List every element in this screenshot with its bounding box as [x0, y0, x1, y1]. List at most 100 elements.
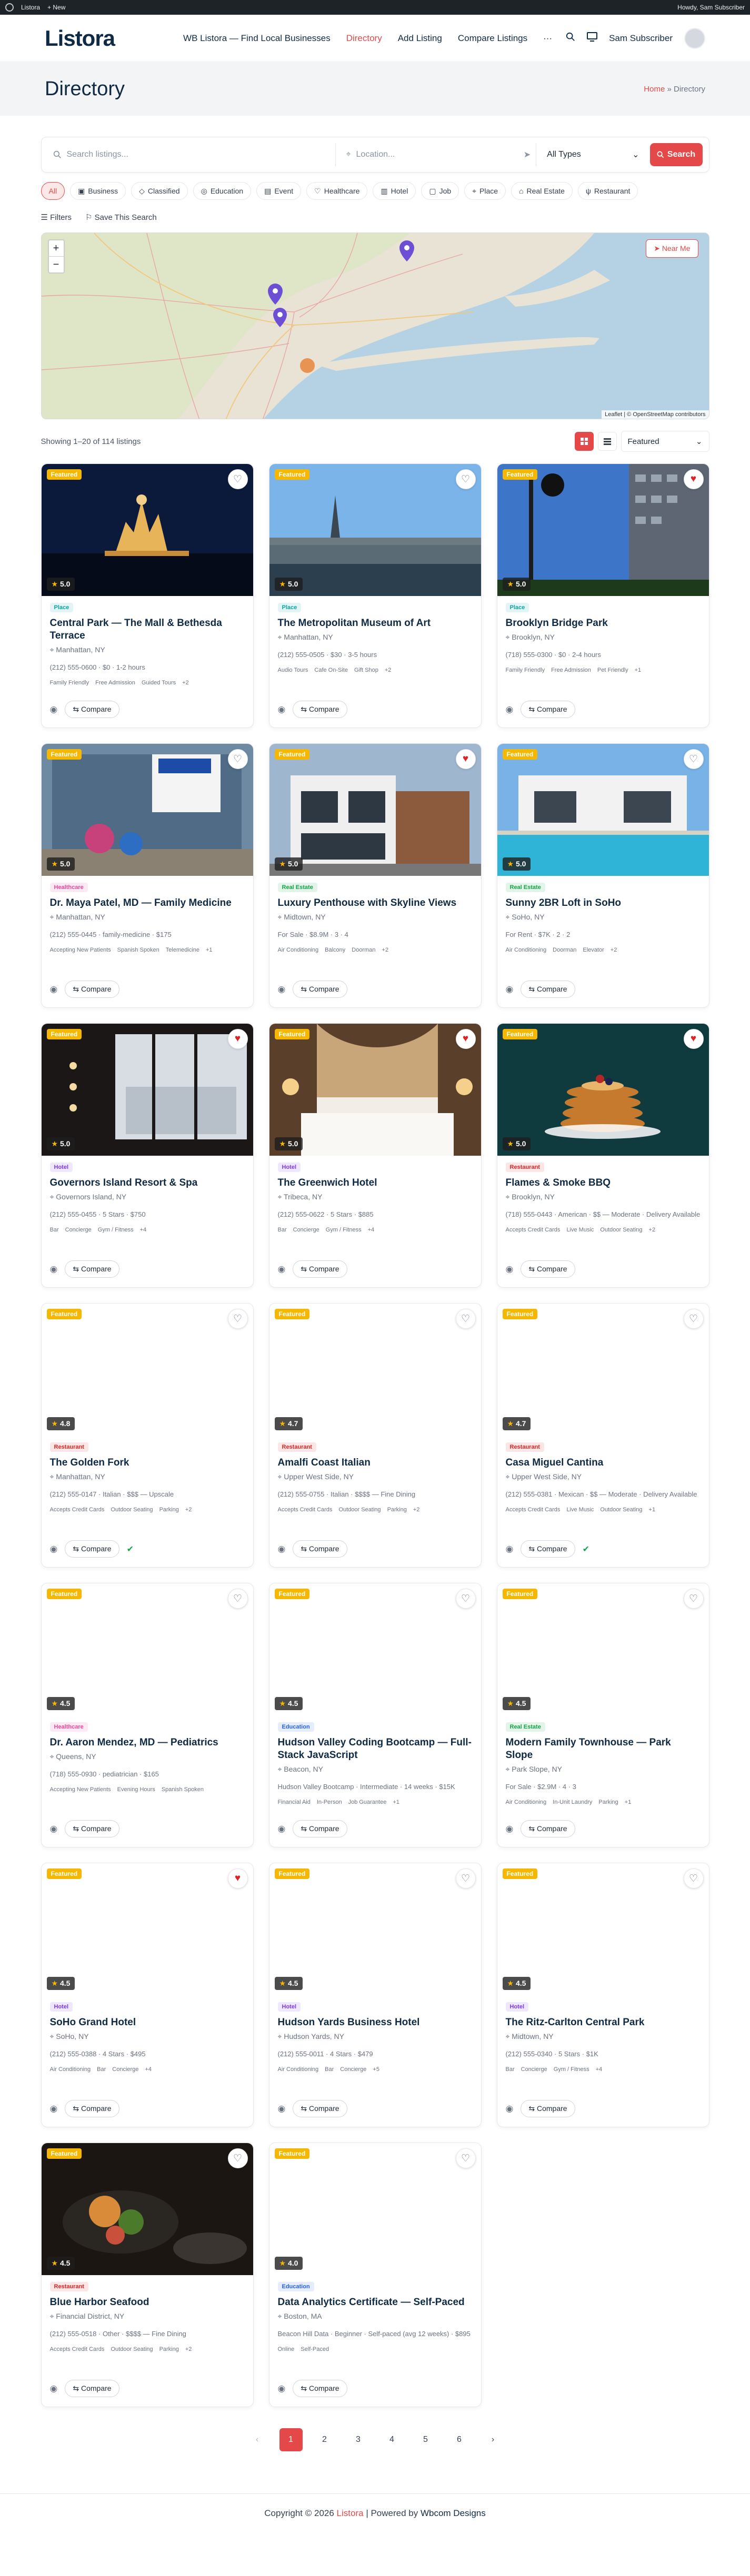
compare-button[interactable]: ⇆ Compare [521, 1820, 575, 1837]
listing-image[interactable]: Featured ♥ ★ 5.0 [497, 1024, 709, 1156]
compare-button[interactable]: ⇆ Compare [293, 1540, 347, 1558]
list-view-button[interactable] [597, 432, 617, 451]
quick-view-icon[interactable]: ◉ [506, 1824, 514, 1834]
keyword-field[interactable]: Search listings... [48, 143, 336, 166]
favorite-button[interactable]: ♡ [227, 749, 248, 769]
listing-title[interactable]: SoHo Grand Hotel [50, 2016, 245, 2029]
category-badge[interactable]: Restaurant [505, 1163, 544, 1172]
quick-view-icon[interactable]: ◉ [506, 2104, 514, 2114]
listing-title[interactable]: Dr. Aaron Mendez, MD — Pediatrics [50, 1736, 245, 1749]
category-badge[interactable]: Education [277, 2282, 314, 2291]
chip-real-estate[interactable]: ⌂ Real Estate [511, 182, 573, 200]
listing-card[interactable]: Featured ♡ ★ 4.8 Restaurant The Golden F… [41, 1303, 254, 1568]
listing-card[interactable]: Featured ♡ ★ 4.5 Hotel Hudson Yards Busi… [268, 1863, 482, 2127]
category-badge[interactable]: Place [277, 603, 302, 612]
quick-view-icon[interactable]: ◉ [50, 2383, 58, 2394]
compare-button[interactable]: ⇆ Compare [521, 701, 575, 718]
listing-card[interactable]: Featured ♥ ★ 5.0 Real Estate Luxury Pent… [268, 743, 482, 1008]
favorite-button[interactable]: ♥ [227, 1868, 248, 1888]
page-4[interactable]: 4 [381, 2428, 404, 2451]
listing-title[interactable]: The Greenwich Hotel [278, 1177, 473, 1189]
listing-title[interactable]: Casa Miguel Cantina [506, 1457, 701, 1469]
listing-image[interactable]: Featured ♥ ★ 5.0 [497, 464, 709, 596]
favorite-button[interactable]: ♡ [455, 469, 476, 489]
compare-button[interactable]: ⇆ Compare [65, 2380, 119, 2397]
category-badge[interactable]: Education [277, 1722, 314, 1732]
compare-button[interactable]: ⇆ Compare [293, 2380, 347, 2397]
compare-button[interactable]: ⇆ Compare [65, 1820, 119, 1837]
compare-button[interactable]: ⇆ Compare [521, 1540, 575, 1558]
listing-card[interactable]: Featured ♡ ★ 5.0 Place Central Park — Th… [41, 463, 254, 728]
near-me-button[interactable]: ➤ Near Me [646, 239, 698, 258]
monitor-icon[interactable] [587, 32, 598, 44]
chip-all[interactable]: All [41, 182, 65, 200]
chip-restaurant[interactable]: ψ Restaurant [577, 182, 638, 200]
quick-view-icon[interactable]: ◉ [506, 984, 514, 995]
page-2[interactable]: 2 [313, 2428, 336, 2451]
listing-card[interactable]: Featured ♡ ★ 4.7 Restaurant Amalfi Coast… [268, 1303, 482, 1568]
location-field[interactable]: ⌖ Location... ➤ [341, 143, 537, 166]
listing-title[interactable]: The Golden Fork [50, 1457, 245, 1469]
listing-title[interactable]: The Ritz-Carlton Central Park [506, 2016, 701, 2029]
listing-image[interactable]: Featured ♡ ★ 5.0 [41, 744, 253, 876]
nav-compare[interactable]: Compare Listings [458, 33, 527, 44]
listing-image[interactable]: Featured ♡ ★ 5.0 [497, 744, 709, 876]
next-page-button[interactable]: › [482, 2428, 505, 2451]
listing-card[interactable]: Featured ♥ ★ 5.0 Place Brooklyn Bridge P… [496, 463, 709, 728]
listing-image[interactable]: Featured ♥ ★ 5.0 [41, 1024, 253, 1156]
favorite-button[interactable]: ♡ [455, 1589, 476, 1609]
admin-howdy[interactable]: Howdy, Sam Subscriber [677, 4, 745, 11]
compare-button[interactable]: ⇆ Compare [65, 981, 119, 998]
listing-image[interactable]: Featured ♡ ★ 4.5 [41, 1583, 253, 1715]
favorite-button[interactable]: ♡ [455, 1868, 476, 1888]
listing-title[interactable]: Luxury Penthouse with Skyline Views [278, 897, 473, 910]
listing-card[interactable]: Featured ♥ ★ 5.0 Restaurant Flames & Smo… [496, 1023, 709, 1288]
quick-view-icon[interactable]: ◉ [50, 984, 58, 995]
favorite-button[interactable]: ♡ [683, 1589, 704, 1609]
listing-image[interactable]: Featured ♡ ★ 4.7 [269, 1304, 481, 1436]
zoom-in-button[interactable]: + [48, 240, 64, 257]
footer-credit-link[interactable]: Wbcom Designs [421, 2508, 486, 2519]
nav-directory[interactable]: Directory [346, 33, 382, 44]
listing-title[interactable]: Modern Family Townhouse — Park Slope [506, 1736, 701, 1762]
site-logo[interactable]: Listora [45, 26, 115, 51]
favorite-button[interactable]: ♡ [683, 749, 704, 769]
listing-image[interactable]: Featured ♡ ★ 4.5 [269, 1583, 481, 1715]
chip-hotel[interactable]: ▥ Hotel [373, 182, 416, 200]
listing-card[interactable]: Featured ♡ ★ 5.0 Real Estate Sunny 2BR L… [496, 743, 709, 1008]
locate-icon[interactable]: ➤ [524, 149, 531, 160]
quick-view-icon[interactable]: ◉ [506, 1264, 514, 1275]
search-icon[interactable] [566, 32, 575, 44]
listing-image[interactable]: Featured ♡ ★ 4.7 [497, 1304, 709, 1436]
chip-classified[interactable]: ◇ Classified [131, 182, 188, 200]
map-attribution[interactable]: Leaflet | © OpenStreetMap contributors [602, 410, 709, 419]
category-badge[interactable]: Real Estate [277, 883, 317, 892]
listing-image[interactable]: Featured ♥ ★ 4.5 [41, 1863, 253, 1995]
category-badge[interactable]: Real Estate [505, 1722, 545, 1732]
sort-select[interactable]: Featured ⌄ [621, 431, 709, 452]
listing-card[interactable]: Featured ♡ ★ 5.0 Healthcare Dr. Maya Pat… [41, 743, 254, 1008]
listing-image[interactable]: Featured ♡ ★ 4.5 [497, 1583, 709, 1715]
listing-card[interactable]: Featured ♡ ★ 4.5 Real Estate Modern Fami… [496, 1583, 709, 1847]
favorite-button[interactable]: ♥ [227, 1029, 248, 1049]
listing-card[interactable]: Featured ♥ ★ 5.0 Hotel The Greenwich Hot… [268, 1023, 482, 1288]
listing-title[interactable]: Brooklyn Bridge Park [506, 617, 701, 630]
nav-home[interactable]: WB Listora — Find Local Businesses [183, 33, 331, 44]
admin-site-link[interactable]: Listora [21, 4, 40, 11]
quick-view-icon[interactable]: ◉ [278, 984, 286, 995]
favorite-button[interactable]: ♡ [227, 2148, 248, 2168]
category-badge[interactable]: Healthcare [49, 1722, 88, 1732]
quick-view-icon[interactable]: ◉ [278, 2383, 286, 2394]
chip-job[interactable]: ▢ Job [421, 182, 459, 200]
user-menu[interactable]: Sam Subscriber [609, 33, 673, 44]
category-badge[interactable]: Hotel [277, 2002, 301, 2012]
category-badge[interactable]: Place [505, 603, 529, 612]
category-badge[interactable]: Healthcare [49, 883, 88, 892]
favorite-button[interactable]: ♥ [683, 1029, 704, 1049]
listing-image[interactable]: Featured ♡ ★ 4.5 [269, 1863, 481, 1995]
favorite-button[interactable]: ♡ [455, 2148, 476, 2168]
chip-healthcare[interactable]: ♡ Healthcare [306, 182, 368, 200]
category-badge[interactable]: Hotel [277, 1163, 301, 1172]
listing-title[interactable]: Central Park — The Mall & Bethesda Terra… [50, 617, 245, 642]
save-search-button[interactable]: ⚐ Save This Search [85, 213, 157, 222]
